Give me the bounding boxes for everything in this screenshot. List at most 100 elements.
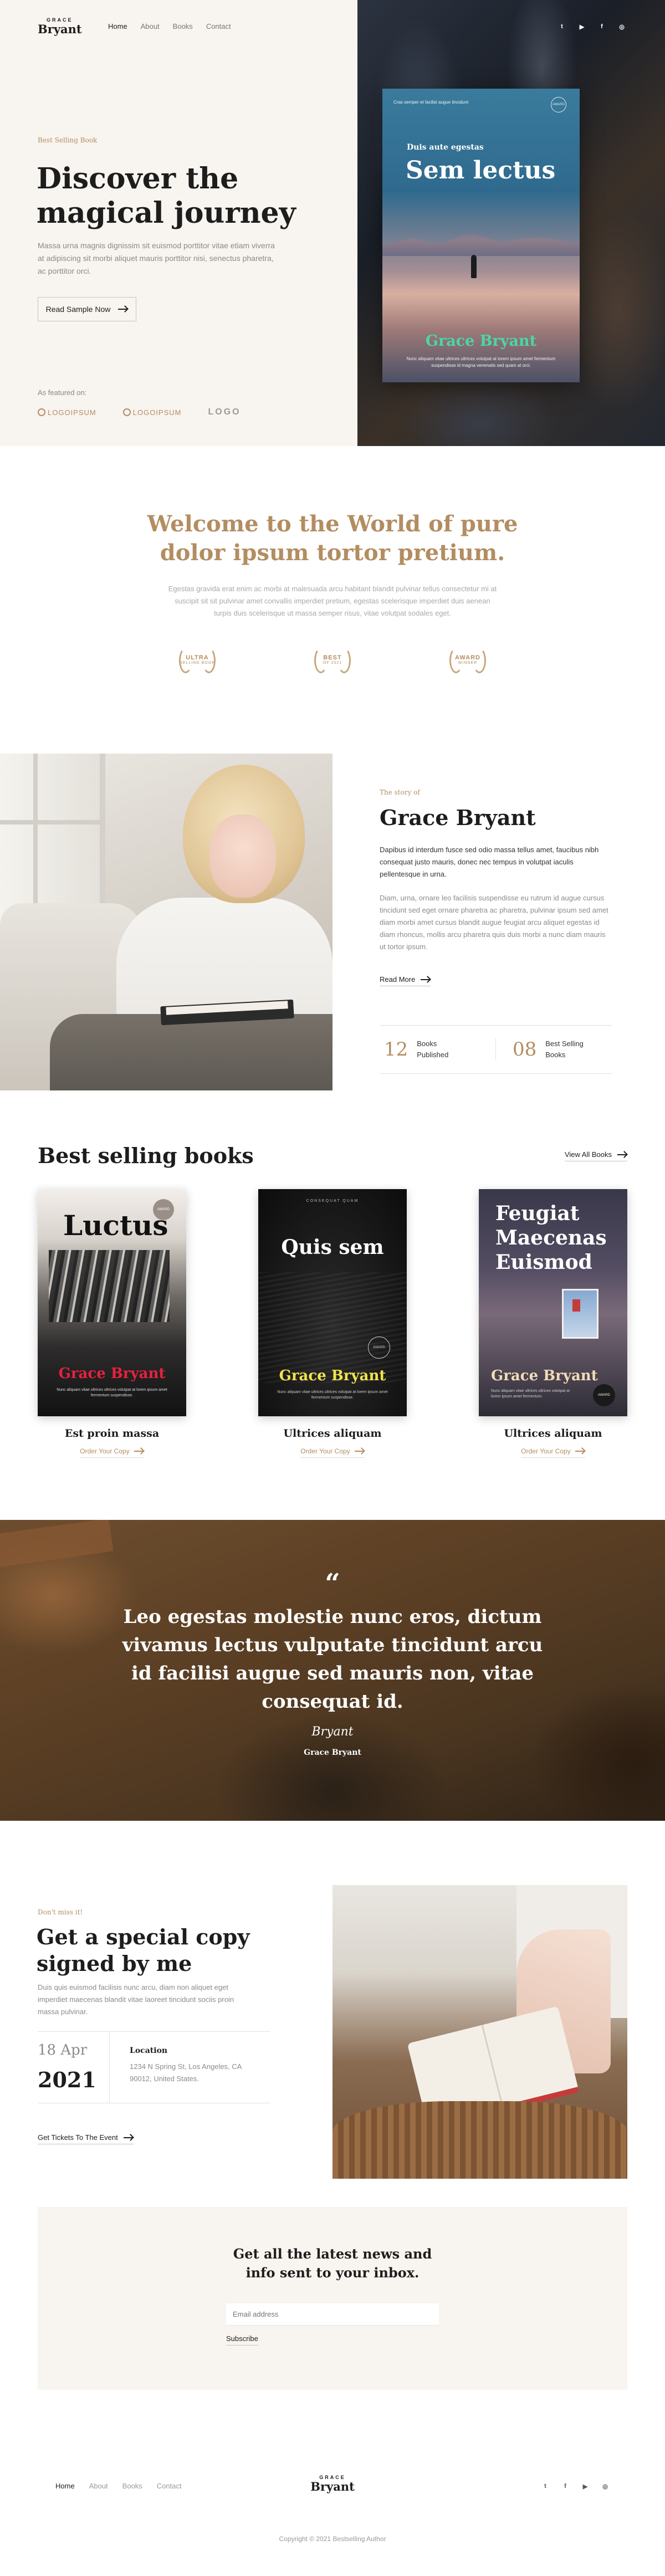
logo-mark-icon: [122, 408, 131, 416]
cover-title: Quis sem: [281, 1236, 384, 1259]
book-author: Grace Bryant: [425, 332, 537, 350]
read-more-label: Read More: [380, 975, 416, 984]
award-seal-icon: AWARD: [551, 97, 566, 112]
arrow-right-icon: [134, 1448, 144, 1454]
book-cover[interactable]: Feugiat Maecenas Euismod Grace Bryant Nu…: [479, 1189, 627, 1416]
stat-best-selling: 08 Best Selling Books: [496, 1038, 612, 1061]
twitter-icon[interactable]: t: [541, 2482, 550, 2491]
facebook-icon[interactable]: f: [597, 22, 606, 31]
newsletter-section: Get all the latest news and info sent to…: [0, 2207, 665, 2426]
quote-author: Grace Bryant: [304, 1748, 361, 1757]
signed-copy-section: Don't miss it! Get a special copy signed…: [0, 1821, 665, 2207]
walker-figure: [471, 255, 477, 278]
stat-label: Best Selling Books: [545, 1039, 584, 1059]
hero-eyebrow: Best Selling Book: [38, 136, 98, 144]
order-label: Order Your Copy: [80, 1447, 130, 1455]
event-date: 18 Apr 2021: [38, 2032, 110, 2103]
read-sample-button[interactable]: Read Sample Now: [38, 297, 136, 321]
site-logo[interactable]: GRACE Bryant: [38, 18, 82, 35]
nav-books[interactable]: Books: [173, 22, 193, 30]
order-copy-link[interactable]: Order Your Copy: [80, 1447, 144, 1458]
footer-social-links: t f ▶ ◎: [541, 2482, 610, 2491]
hero-title: Discover the magical journey: [37, 162, 296, 230]
book-cover[interactable]: Luctus AWARD Grace Bryant Nunc aliquam v…: [38, 1189, 186, 1416]
welcome-title: Welcome to the World of pure dolor ipsum…: [147, 511, 518, 566]
book-card[interactable]: Feugiat Maecenas Euismod Grace Bryant Nu…: [479, 1189, 627, 1458]
featured-logo-2: LOGOIPSUM: [122, 408, 182, 417]
arrow-right-icon: [118, 306, 128, 312]
painting-art: [562, 1289, 598, 1339]
youtube-icon[interactable]: ▶: [577, 22, 586, 31]
arrow-right-icon: [617, 1152, 627, 1158]
main-nav: Home About Books Contact: [108, 22, 231, 30]
nav-about[interactable]: About: [141, 22, 160, 30]
arrow-right-icon: [575, 1448, 585, 1454]
location-address: 1234 N Spring St, Los Angeles, CA 90012,…: [130, 2062, 242, 2083]
order-copy-link[interactable]: Order Your Copy: [300, 1447, 365, 1458]
newsletter-title: Get all the latest news and info sent to…: [233, 2246, 432, 2281]
basket-art: [332, 2101, 627, 2179]
stat-label: Books Published: [417, 1039, 449, 1059]
stat-number: 12: [384, 1038, 408, 1061]
newsletter-box: Get all the latest news and info sent to…: [38, 2207, 627, 2390]
award-title: BEST: [323, 654, 342, 661]
skirt-art: [50, 1014, 332, 1090]
arrow-right-icon: [421, 977, 431, 982]
book-name: Ultrices aliquam: [504, 1427, 602, 1440]
stat-number: 08: [513, 1038, 537, 1061]
email-input[interactable]: [226, 2303, 439, 2326]
book-cover[interactable]: CONSEQUAT QUAM Quis sem AWARD Grace Brya…: [258, 1189, 407, 1416]
awards-row: ULTRA SELLING BOOK BEST OF 2021 AWARD WI…: [0, 646, 665, 673]
hero-book-cover: Cras semper et facilisi augue tincidunt …: [382, 89, 580, 382]
logo-big-text: Bryant: [38, 22, 82, 36]
quote-mark-icon: “: [325, 1568, 340, 1599]
signature-mark: Bryant: [311, 1725, 354, 1739]
author-photo: [0, 754, 332, 1090]
hero-art-panel: t ▶ f ◎ Cras semper et facilisi augue ti…: [357, 0, 665, 446]
nav-contact[interactable]: Contact: [206, 22, 231, 30]
view-all-books-link[interactable]: View All Books: [564, 1150, 627, 1161]
cover-author: Grace Bryant: [58, 1365, 166, 1382]
facebook-icon[interactable]: f: [561, 2482, 570, 2491]
award-seal-icon: AWARD: [593, 1384, 615, 1406]
hero-left-panel: GRACE Bryant Home About Books Contact Be…: [0, 0, 357, 446]
instagram-icon[interactable]: ◎: [601, 2482, 610, 2491]
stat-books-published: 12 Books Published: [380, 1038, 496, 1061]
event-day: 18 Apr: [38, 2042, 88, 2058]
cover-title: Feugiat Maecenas Euismod: [495, 1202, 607, 1274]
book-name: Ultrices aliquam: [283, 1427, 382, 1440]
view-all-label: View All Books: [564, 1150, 612, 1159]
get-tickets-link[interactable]: Get Tickets To The Event: [38, 2133, 134, 2144]
featured-logo-3: LOGO: [208, 407, 241, 417]
cover-title: Luctus: [63, 1209, 168, 1242]
cover-blurb: Nunc aliquam vitae ultrices ultrices vol…: [57, 1388, 167, 1397]
event-year: 2021: [38, 2067, 96, 2092]
nav-home[interactable]: Home: [108, 22, 127, 30]
twitter-icon[interactable]: t: [557, 22, 566, 31]
about-title: Grace Bryant: [380, 805, 536, 830]
reading-photo: [332, 1885, 627, 2179]
order-copy-link[interactable]: Order Your Copy: [521, 1447, 585, 1458]
book-title: Sem lectus: [406, 156, 556, 185]
instagram-icon[interactable]: ◎: [617, 22, 626, 31]
order-label: Order Your Copy: [521, 1447, 571, 1455]
book-top-text: Cras semper et facilisi augue tincidunt: [393, 100, 469, 105]
youtube-icon[interactable]: ▶: [581, 2482, 590, 2491]
book-card[interactable]: Luctus AWARD Grace Bryant Nunc aliquam v…: [38, 1189, 186, 1458]
about-body: Diam, urna, ornare leo facilisis suspend…: [380, 894, 608, 951]
read-more-link[interactable]: Read More: [380, 975, 431, 986]
subscribe-button[interactable]: Subscribe: [226, 2334, 258, 2345]
signed-eyebrow: Don't miss it!: [38, 1908, 83, 1916]
arrow-right-icon: [354, 1448, 365, 1454]
brush-art: [49, 1250, 170, 1322]
quote-text: Leo egestas molestie nunc eros, dictum v…: [122, 1606, 543, 1713]
about-lead: Dapibus id interdum fusce sed odio massa…: [380, 846, 599, 878]
cover-author: Grace Bryant: [279, 1368, 386, 1384]
book-card[interactable]: CONSEQUAT QUAM Quis sem AWARD Grace Brya…: [258, 1189, 407, 1458]
laurel-award-icon: ULTRA SELLING BOOK: [177, 646, 218, 673]
mountain-art: [382, 233, 580, 256]
award-title: AWARD: [455, 654, 480, 661]
get-tickets-label: Get Tickets To The Event: [38, 2133, 118, 2142]
book-name: Est proin massa: [64, 1427, 160, 1440]
about-eyebrow: The story of: [380, 788, 420, 796]
